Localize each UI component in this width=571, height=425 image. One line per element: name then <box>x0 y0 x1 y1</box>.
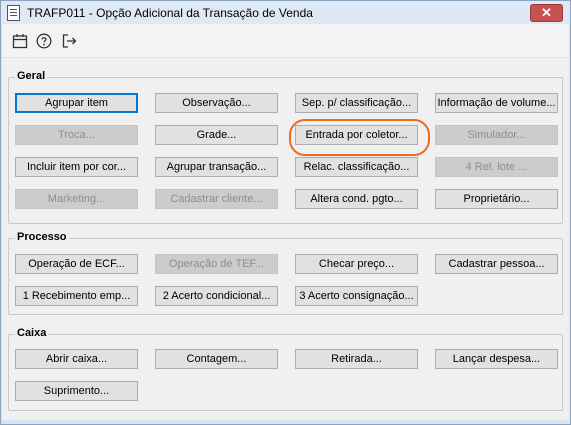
abrir-caixa-button[interactable]: Abrir caixa... <box>15 349 138 369</box>
calendar-icon[interactable] <box>12 33 28 49</box>
group-title-geral: Geral <box>15 70 48 82</box>
toolbar <box>2 24 569 58</box>
group-title-caixa: Caixa <box>15 327 49 339</box>
content-area: Geral Agrupar item Observação... Sep. p/… <box>2 58 569 420</box>
troca-button[interactable]: Troca... <box>15 125 138 145</box>
grade-button[interactable]: Grade... <box>155 125 278 145</box>
entrada-coletor-button[interactable]: Entrada por coletor... <box>295 125 418 145</box>
relac-classificacao-button[interactable]: Relac. classificação... <box>295 157 418 177</box>
group-caixa: Caixa Abrir caixa... Contagem... Retirad… <box>8 327 563 411</box>
acerto-condicional-button[interactable]: 2 Acerto condicional... <box>155 286 278 306</box>
suprimento-button[interactable]: Suprimento... <box>15 381 138 401</box>
group-processo: Processo Operação de ECF... Operação de … <box>8 231 563 315</box>
checar-preco-button[interactable]: Checar preço... <box>295 254 418 274</box>
operacao-ecf-button[interactable]: Operação de ECF... <box>15 254 138 274</box>
acerto-consignacao-button[interactable]: 3 Acerto consignação... <box>295 286 418 306</box>
close-button[interactable]: ✕ <box>530 4 563 22</box>
incluir-item-cor-button[interactable]: Incluir item por cor... <box>15 157 138 177</box>
informacao-volume-button[interactable]: Informação de volume... <box>435 93 558 113</box>
help-icon[interactable] <box>36 33 52 49</box>
recebimento-emp-button[interactable]: 1 Recebimento emp... <box>15 286 138 306</box>
marketing-button[interactable]: Marketing... <box>15 189 138 209</box>
observacao-button[interactable]: Observação... <box>155 93 278 113</box>
proprietario-button[interactable]: Proprietário... <box>435 189 558 209</box>
operacao-tef-button[interactable]: Operação de TEF... <box>155 254 278 274</box>
window-title: TRAFP011 - Opção Adicional da Transação … <box>27 6 313 20</box>
group-title-processo: Processo <box>15 231 69 243</box>
contagem-button[interactable]: Contagem... <box>155 349 278 369</box>
agrupar-transacao-button[interactable]: Agrupar transação... <box>155 157 278 177</box>
group-geral: Geral Agrupar item Observação... Sep. p/… <box>8 70 563 224</box>
cadastrar-pessoa-button[interactable]: Cadastrar pessoa... <box>435 254 558 274</box>
title-bar[interactable]: TRAFP011 - Opção Adicional da Transação … <box>1 1 570 24</box>
exit-icon[interactable] <box>61 33 77 49</box>
document-icon <box>7 5 20 21</box>
agrupar-item-button[interactable]: Agrupar item <box>15 93 138 113</box>
dialog-window: TRAFP011 - Opção Adicional da Transação … <box>0 0 571 425</box>
cadastrar-cliente-button[interactable]: Cadastrar cliente... <box>155 189 278 209</box>
lancar-despesa-button[interactable]: Lançar despesa... <box>435 349 558 369</box>
simulador-button[interactable]: Simulador... <box>435 125 558 145</box>
sep-classificacao-button[interactable]: Sep. p/ classificação... <box>295 93 418 113</box>
rel-lote-button[interactable]: 4 Rel. lote ... <box>435 157 558 177</box>
retirada-button[interactable]: Retirada... <box>295 349 418 369</box>
altera-cond-pgto-button[interactable]: Altera cond. pgto... <box>295 189 418 209</box>
